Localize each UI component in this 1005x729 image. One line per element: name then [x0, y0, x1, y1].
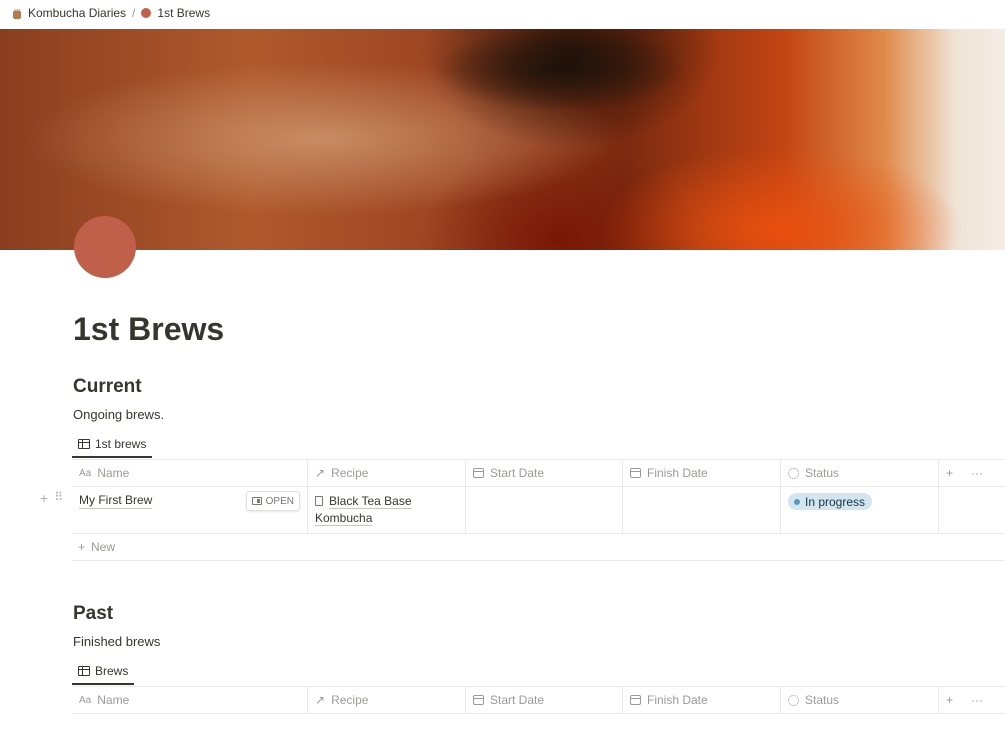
cell-finish-date[interactable]	[623, 487, 781, 533]
more-options-icon[interactable]: ···	[971, 466, 983, 480]
section-description-current[interactable]: Ongoing brews.	[73, 406, 164, 424]
row-name[interactable]: My First Brew	[79, 493, 153, 509]
cell-empty	[939, 487, 1005, 533]
page-doc-icon	[315, 496, 323, 506]
column-header-actions: + ···	[939, 687, 1005, 713]
breadcrumb-page[interactable]: 1st Brews	[137, 2, 214, 24]
column-header-status[interactable]: Status	[781, 687, 939, 713]
breadcrumb-workspace[interactable]: Kombucha Diaries	[8, 2, 130, 24]
column-header-finish-date[interactable]: Finish Date	[623, 687, 781, 713]
add-property-icon[interactable]: +	[946, 693, 953, 707]
column-header-start-date[interactable]: Start Date	[466, 687, 623, 713]
table-row[interactable]: My First Brew OPEN Black Tea Base Kombuc…	[72, 487, 1005, 534]
page-circle-icon	[141, 8, 152, 18]
cell-status[interactable]: In progress	[781, 487, 939, 533]
page-icon[interactable]	[74, 216, 136, 278]
calendar-icon	[473, 695, 484, 705]
breadcrumb-workspace-label: Kombucha Diaries	[28, 6, 127, 20]
new-row[interactable]: + New	[72, 534, 1005, 561]
table-icon	[78, 439, 90, 449]
calendar-icon	[630, 695, 641, 705]
cell-start-date[interactable]	[466, 487, 623, 533]
column-header-actions: + ···	[939, 460, 1005, 486]
status-icon	[788, 694, 799, 706]
cover-scoby-shape	[420, 29, 720, 149]
table-header-row: Aa Name ↗ Recipe Start Date Finish Date …	[72, 687, 1005, 714]
relation-arrow-icon: ↗	[315, 466, 326, 480]
column-header-name[interactable]: Aa Name	[72, 460, 308, 486]
relation-arrow-icon: ↗	[315, 693, 326, 707]
new-row-label: New	[91, 540, 116, 554]
kombucha-jar-icon	[12, 8, 22, 19]
column-header-recipe[interactable]: ↗ Recipe	[308, 687, 466, 713]
open-panel-icon	[251, 497, 262, 505]
table-header-row: Aa Name ↗ Recipe Start Date Finish Date …	[72, 460, 1005, 487]
status-icon	[788, 467, 799, 479]
add-row-icon[interactable]: +	[40, 490, 48, 506]
status-badge[interactable]: In progress	[788, 493, 873, 510]
recipe-link[interactable]: Black Tea Base Kombucha	[315, 494, 412, 526]
calendar-icon	[473, 468, 484, 478]
more-options-icon[interactable]: ···	[971, 693, 983, 707]
view-tab-1st-brews[interactable]: 1st brews	[72, 432, 153, 458]
text-property-icon: Aa	[79, 694, 92, 706]
drag-handle-icon[interactable]: ⠿	[54, 490, 63, 506]
column-header-start-date[interactable]: Start Date	[466, 460, 623, 486]
cell-recipe[interactable]: Black Tea Base Kombucha	[308, 487, 466, 533]
status-dot-icon	[794, 498, 800, 505]
cover-image[interactable]	[0, 29, 1005, 250]
column-header-finish-date[interactable]: Finish Date	[623, 460, 781, 486]
past-table: Aa Name ↗ Recipe Start Date Finish Date …	[72, 686, 1005, 714]
open-button[interactable]: OPEN	[245, 491, 300, 511]
page-title[interactable]: 1st Brews	[73, 307, 224, 351]
row-handles: + ⠿	[40, 490, 63, 506]
calendar-icon	[630, 468, 641, 478]
column-header-status[interactable]: Status	[781, 460, 939, 486]
add-new-icon: +	[78, 540, 86, 554]
current-table: Aa Name ↗ Recipe Start Date Finish Date …	[72, 459, 1005, 561]
breadcrumb-separator: /	[132, 6, 136, 20]
section-heading-past[interactable]: Past	[73, 601, 113, 627]
view-tab-label: 1st brews	[95, 437, 147, 451]
table-icon	[78, 666, 90, 676]
column-header-recipe[interactable]: ↗ Recipe	[308, 460, 466, 486]
view-tab-label: Brews	[95, 664, 129, 678]
cell-name[interactable]: My First Brew OPEN	[72, 487, 308, 533]
add-property-icon[interactable]: +	[946, 466, 953, 480]
view-tab-brews[interactable]: Brews	[72, 659, 135, 685]
section-description-past[interactable]: Finished brews	[73, 633, 160, 651]
section-heading-current[interactable]: Current	[73, 374, 142, 400]
text-property-icon: Aa	[79, 467, 92, 479]
breadcrumb-page-label: 1st Brews	[157, 6, 211, 20]
breadcrumb: Kombucha Diaries / 1st Brews	[0, 0, 1005, 26]
column-header-name[interactable]: Aa Name	[72, 687, 308, 713]
